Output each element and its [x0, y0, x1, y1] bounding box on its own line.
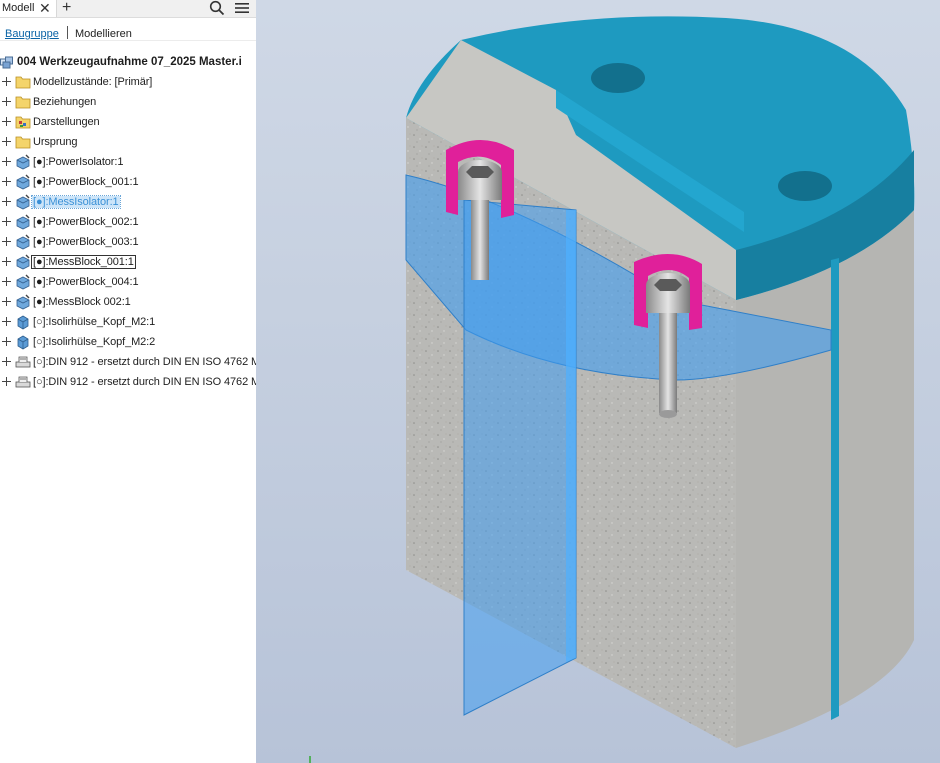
- tree-node-isolierhuelse-2[interactable]: [○]:Isolirhülse_Kopf_M2:2: [0, 333, 256, 351]
- expand-icon[interactable]: [2, 117, 11, 126]
- mode-assembly[interactable]: Baugruppe: [5, 28, 59, 40]
- tree-node-power-block-004[interactable]: [●]:PowerBlock_004:1: [0, 273, 256, 291]
- tree-node-label: Ursprung: [33, 136, 78, 148]
- tree-node-relationships[interactable]: Beziehungen: [0, 93, 256, 111]
- expand-icon[interactable]: [2, 237, 11, 246]
- expand-icon[interactable]: [2, 277, 11, 286]
- content-center-part-icon: [15, 354, 31, 370]
- tree-node-din912-1[interactable]: [○]:DIN 912 - ersetzt durch DIN EN ISO 4…: [0, 353, 256, 371]
- browser-tab-bar: Modell ✕ +: [0, 0, 256, 18]
- tree-node-power-isolator-1[interactable]: [●]:PowerIsolator:1: [0, 153, 256, 171]
- tree-node-din912-2[interactable]: [○]:DIN 912 - ersetzt durch DIN EN ISO 4…: [0, 373, 256, 391]
- tree-node-mess-block-002[interactable]: [●]:MessBlock 002:1: [0, 293, 256, 311]
- screw-shank: [659, 313, 677, 413]
- screw-tip: [659, 410, 677, 418]
- close-icon[interactable]: ✕: [39, 0, 51, 16]
- tree-node-label: [●]:PowerBlock_004:1: [33, 276, 139, 288]
- tab-model-label: Modell: [2, 2, 35, 14]
- tree-node-label: [●]:MessBlock_001:1: [31, 255, 136, 269]
- flexible-part-icon: [15, 174, 31, 190]
- tree-node-label: Beziehungen: [33, 96, 97, 108]
- tree-node-label: [●]:PowerIsolator:1: [33, 156, 124, 168]
- folder-icon: [15, 94, 31, 110]
- expand-icon[interactable]: [2, 217, 11, 226]
- tree-node-mess-isolator-1[interactable]: [●]:MessIsolator:1: [0, 193, 256, 211]
- flexible-part-icon: [15, 154, 31, 170]
- tree-node-origin[interactable]: Ursprung: [0, 133, 256, 151]
- folder-icon: [15, 74, 31, 90]
- tree-node-label: [●]:MessIsolator:1: [31, 195, 121, 209]
- part-icon: [15, 314, 31, 330]
- expand-icon[interactable]: [2, 137, 11, 146]
- flexible-part-icon: [15, 214, 31, 230]
- tree-node-representations[interactable]: Darstellungen: [0, 113, 256, 131]
- screw-socket: [466, 166, 494, 178]
- expand-icon[interactable]: [2, 317, 11, 326]
- flexible-part-icon: [15, 194, 31, 210]
- expand-icon[interactable]: [2, 157, 11, 166]
- flexible-part-icon: [15, 254, 31, 270]
- tab-model[interactable]: Modell ✕: [0, 0, 57, 17]
- expand-icon[interactable]: [2, 297, 11, 306]
- expand-icon[interactable]: [2, 177, 11, 186]
- flexible-part-icon: [15, 234, 31, 250]
- mode-separator: [67, 26, 68, 39]
- expand-icon[interactable]: [2, 197, 11, 206]
- tree-node-label: [●]:PowerBlock_001:1: [33, 176, 139, 188]
- search-icon[interactable]: [209, 0, 225, 19]
- tree-node-label: [●]:PowerBlock_002:1: [33, 216, 139, 228]
- expand-icon[interactable]: [2, 377, 11, 386]
- tree-root-label: 004 Werkzeugaufnahme 07_2025 Master.i: [17, 56, 242, 68]
- tree-node-isolierhuelse-1[interactable]: [○]:Isolirhülse_Kopf_M2:1: [0, 313, 256, 331]
- tree-node-power-block-003[interactable]: [●]:PowerBlock_003:1: [0, 233, 256, 251]
- isolator-vertical-edge: [566, 210, 576, 662]
- expand-icon[interactable]: [2, 257, 11, 266]
- flexible-part-icon: [15, 274, 31, 290]
- tree-node-power-block-002[interactable]: [●]:PowerBlock_002:1: [0, 213, 256, 231]
- folder-icon: [15, 134, 31, 150]
- model-render[interactable]: [256, 0, 940, 763]
- tree-node-label: Darstellungen: [33, 116, 100, 128]
- 3d-viewport[interactable]: [256, 0, 940, 763]
- right-stripe: [831, 258, 839, 720]
- tree-node-label: [●]:MessBlock 002:1: [33, 296, 131, 308]
- assembly-icon: [0, 56, 14, 69]
- tree-node-label: [○]:Isolirhülse_Kopf_M2:2: [33, 336, 156, 348]
- part-icon: [15, 334, 31, 350]
- model-browser-panel: Modell ✕ + Baugruppe Modellieren 004 Wer…: [0, 0, 256, 763]
- mode-modeling[interactable]: Modellieren: [75, 28, 132, 40]
- top-hole: [591, 63, 645, 93]
- content-center-part-icon: [15, 374, 31, 390]
- flexible-part-icon: [15, 294, 31, 310]
- top-hole: [778, 171, 832, 201]
- tree-node-label: [○]:Isolirhülse_Kopf_M2:1: [33, 316, 156, 328]
- expand-icon[interactable]: [2, 357, 11, 366]
- screw-socket: [654, 279, 682, 291]
- expand-icon[interactable]: [2, 97, 11, 106]
- expand-icon[interactable]: [2, 337, 11, 346]
- tree-node-label: Modellzustände: [Primär]: [33, 76, 153, 88]
- tree-node-mess-block-001[interactable]: [●]:MessBlock_001:1: [0, 253, 256, 271]
- tree-node-label: [○]:DIN 912 - ersetzt durch DIN EN ISO 4…: [33, 376, 256, 388]
- menu-icon[interactable]: [234, 1, 250, 18]
- tree-node-power-block-001[interactable]: [●]:PowerBlock_001:1: [0, 173, 256, 191]
- representations-folder-icon: [15, 114, 31, 130]
- add-tab-button[interactable]: +: [62, 0, 71, 16]
- expand-icon[interactable]: [2, 77, 11, 86]
- browser-mode-bar: Baugruppe Modellieren: [0, 18, 256, 41]
- tree-node-model-states[interactable]: Modellzustände: [Primär]: [0, 73, 256, 91]
- tree-node-label: [●]:PowerBlock_003:1: [33, 236, 139, 248]
- screw-shank: [471, 200, 489, 280]
- tree-node-label: [○]:DIN 912 - ersetzt durch DIN EN ISO 4…: [33, 356, 256, 368]
